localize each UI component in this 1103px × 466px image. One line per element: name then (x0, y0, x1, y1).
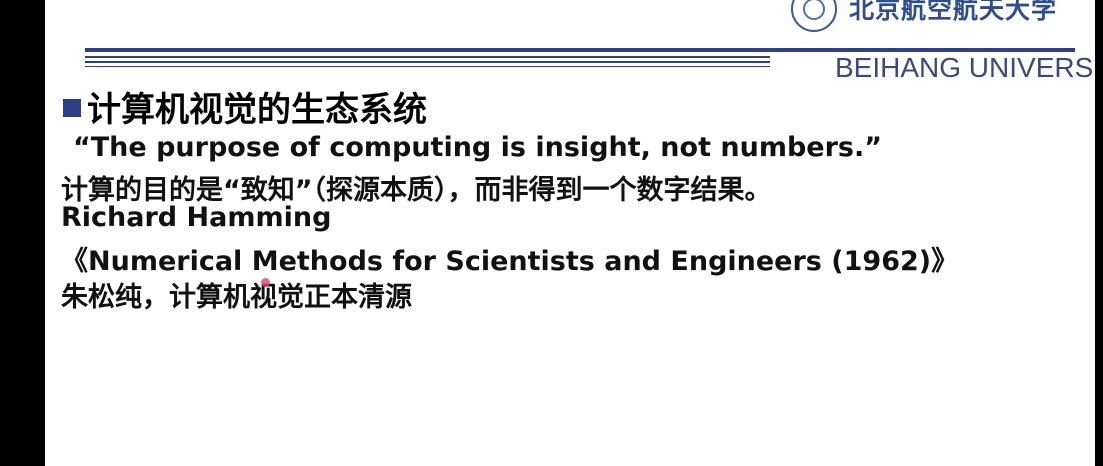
square-bullet-icon (63, 99, 81, 117)
header-rule-thin-2 (85, 61, 770, 63)
university-name-cn: 北京航空航天大学 (849, 0, 1058, 24)
header-rule-thin-3 (85, 66, 770, 67)
slide-heading: 计算机视觉的生态系统 (63, 82, 427, 131)
university-name-en: BEIHANG UNIVERSITY (835, 52, 1095, 83)
presentation-slide: 北京航空航天大学 BEIHANG UNIVERSITY 计算机视觉的生态系统 “… (45, 0, 1095, 466)
slide-heading-text: 计算机视觉的生态系统 (87, 90, 427, 130)
reference-line: 朱松纯，计算机视觉正本清源 (61, 282, 412, 313)
quote-line: “The purpose of computing is insight, no… (73, 132, 882, 163)
author-line: Richard Hamming (61, 202, 332, 233)
pointer-cursor-icon (261, 278, 270, 287)
book-title-line: 《Numerical Methods for Scientists and En… (61, 246, 959, 277)
header-rule-thin-1 (85, 56, 770, 58)
university-logo-icon (791, 0, 837, 32)
